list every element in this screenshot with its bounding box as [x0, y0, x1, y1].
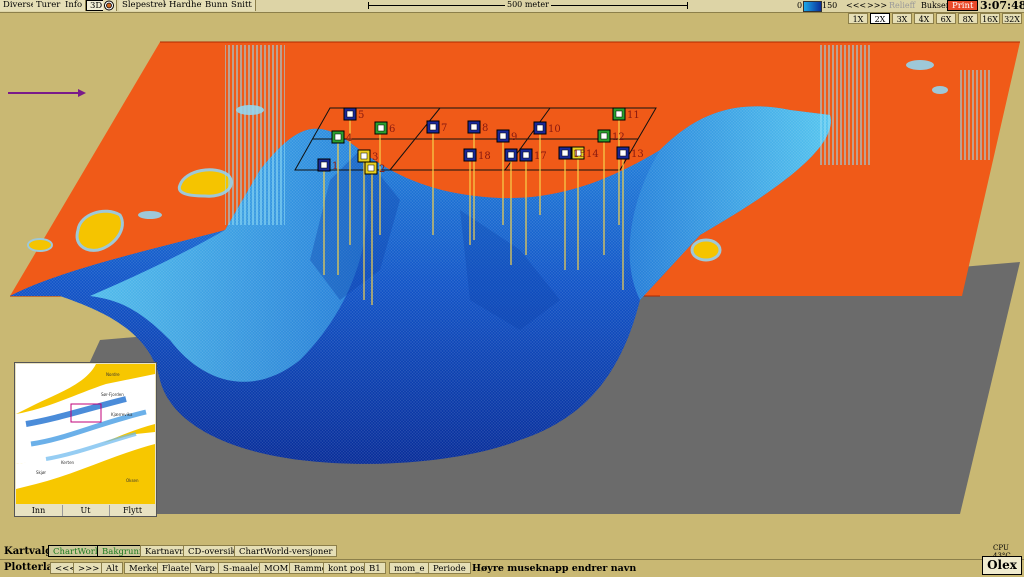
waypoint-marker[interactable]: 8	[467, 120, 488, 134]
olex-logo: Olex	[982, 556, 1022, 575]
svg-text:Nordre: Nordre	[106, 372, 120, 377]
plotter-alt-button[interactable]: Alt	[101, 562, 124, 574]
waypoint-label: 4	[346, 133, 352, 144]
waypoint-marker[interactable]: 2	[364, 161, 385, 175]
waypoint-label: 9	[511, 132, 517, 143]
waypoint-label: 18	[478, 151, 491, 162]
rename-hint: Høyre museknapp endrer navn	[472, 563, 637, 574]
zoom-8x[interactable]: 8X	[958, 13, 978, 24]
svg-text:Kjærrevika: Kjærrevika	[111, 412, 133, 417]
minimap-move-button[interactable]: Flytt	[109, 505, 156, 516]
waypoint-marker[interactable]: 17	[519, 148, 547, 162]
plotter-layer-bar: Plotterlag <<< >>> Alt Merke Flaate Varp…	[0, 559, 1024, 577]
waypoint-label: 1	[332, 161, 338, 172]
plotter-varp-button[interactable]: Varp	[190, 562, 220, 574]
waypoint-marker[interactable]: 13	[616, 146, 644, 160]
waypoint-marker[interactable]: 3	[357, 149, 378, 163]
zoom-2x[interactable]: 2X	[870, 13, 890, 24]
menu-info[interactable]: Info	[62, 0, 87, 11]
relief-button[interactable]: Relieff	[886, 0, 918, 11]
chart-selection-bar: Kartvalg ChartWorld Bakgrunn Kartnavn CD…	[0, 544, 1024, 558]
waypoint-marker[interactable]: 11	[612, 107, 640, 121]
waypoint-marker[interactable]: 10	[533, 121, 561, 135]
svg-text:Kerten: Kerten	[61, 460, 75, 465]
depth-color-scale[interactable]	[803, 1, 822, 12]
waypoint-marker[interactable]: 4	[331, 130, 352, 144]
plotter-kont-pos-button[interactable]: kont pos	[323, 562, 370, 574]
svg-text:Sør-Fjorden: Sør-Fjorden	[101, 392, 124, 397]
direction-arrow-icon	[8, 89, 86, 97]
zoom-3x[interactable]: 3X	[892, 13, 912, 24]
waypoint-marker[interactable]: 5	[343, 107, 364, 121]
waypoint-marker[interactable]: 7	[426, 120, 447, 134]
plotter-mom-e-button[interactable]: mom_e	[389, 562, 430, 574]
waypoint-label: 13	[631, 149, 644, 160]
menu-slepestrek[interactable]: Slepestrek	[119, 0, 173, 11]
scale-label: 500 meter	[505, 0, 551, 9]
overview-minimap[interactable]: Nordre Sør-Fjorden Kjærrevika Kerten Skj…	[14, 362, 157, 517]
waypoint-label: 3	[372, 152, 378, 163]
zoom-32x[interactable]: 32X	[1002, 13, 1022, 24]
island	[690, 238, 722, 262]
zoom-1x[interactable]: 1X	[848, 13, 868, 24]
minimap-zoom-in-button[interactable]: Inn	[15, 505, 63, 516]
depth-max-label: 150	[822, 1, 838, 10]
minimap-chart[interactable]: Nordre Sør-Fjorden Kjærrevika Kerten Skj…	[16, 364, 155, 504]
waypoint-label: 12	[612, 132, 625, 143]
waypoint-label: 10	[548, 124, 561, 135]
zoom-16x[interactable]: 16X	[980, 13, 1000, 24]
waypoint-label: 2	[379, 164, 385, 175]
menu-snitt[interactable]: Snitt	[228, 0, 256, 11]
waypoint-label: 15	[573, 149, 586, 160]
kartvalg-label: Kartvalg	[4, 546, 53, 557]
waypoint-marker[interactable]: 15	[558, 146, 586, 160]
waypoint-label: 17	[534, 151, 547, 162]
print-button[interactable]: Print	[947, 0, 979, 11]
island	[27, 238, 53, 252]
svg-text:Oksen: Oksen	[126, 478, 139, 483]
waypoint-label: 7	[441, 123, 447, 134]
depth-min-label: 0	[797, 1, 803, 10]
plotter-flaate-button[interactable]: Flaate	[157, 562, 195, 574]
menu-turer[interactable]: Turer	[33, 0, 65, 11]
waypoint-marker[interactable]: 18	[463, 148, 491, 162]
waypoint-marker[interactable]: 12	[597, 129, 625, 143]
plotter-forward-button[interactable]: >>>	[73, 562, 105, 574]
waypoint-label: 14	[586, 149, 599, 160]
waypoint-marker[interactable]: 6	[374, 121, 395, 135]
waypoint-label: 11	[627, 110, 640, 121]
clock: 3:07:48	[980, 0, 1024, 12]
waypoint-marker[interactable]: 9	[496, 129, 517, 143]
chartworld-versjoner-button[interactable]: ChartWorld-versjoner	[234, 545, 338, 557]
target-icon[interactable]	[103, 0, 117, 11]
plotter-periode-button[interactable]: Periode	[428, 562, 471, 574]
svg-text:Skjør: Skjør	[36, 470, 46, 475]
zoom-4x[interactable]: 4X	[914, 13, 934, 24]
waypoint-label: 6	[389, 124, 395, 135]
plotter-b1-button[interactable]: B1	[364, 562, 386, 574]
waypoint-label: 5	[358, 110, 364, 121]
zoom-6x[interactable]: 6X	[936, 13, 956, 24]
waypoint-label: 8	[482, 123, 488, 134]
top-menu-bar: Diverse Turer Info 3D Slepestrek Hardhet…	[0, 0, 1024, 13]
waypoint-marker[interactable]: 1	[317, 158, 338, 172]
minimap-zoom-out-button[interactable]: Ut	[62, 505, 110, 516]
